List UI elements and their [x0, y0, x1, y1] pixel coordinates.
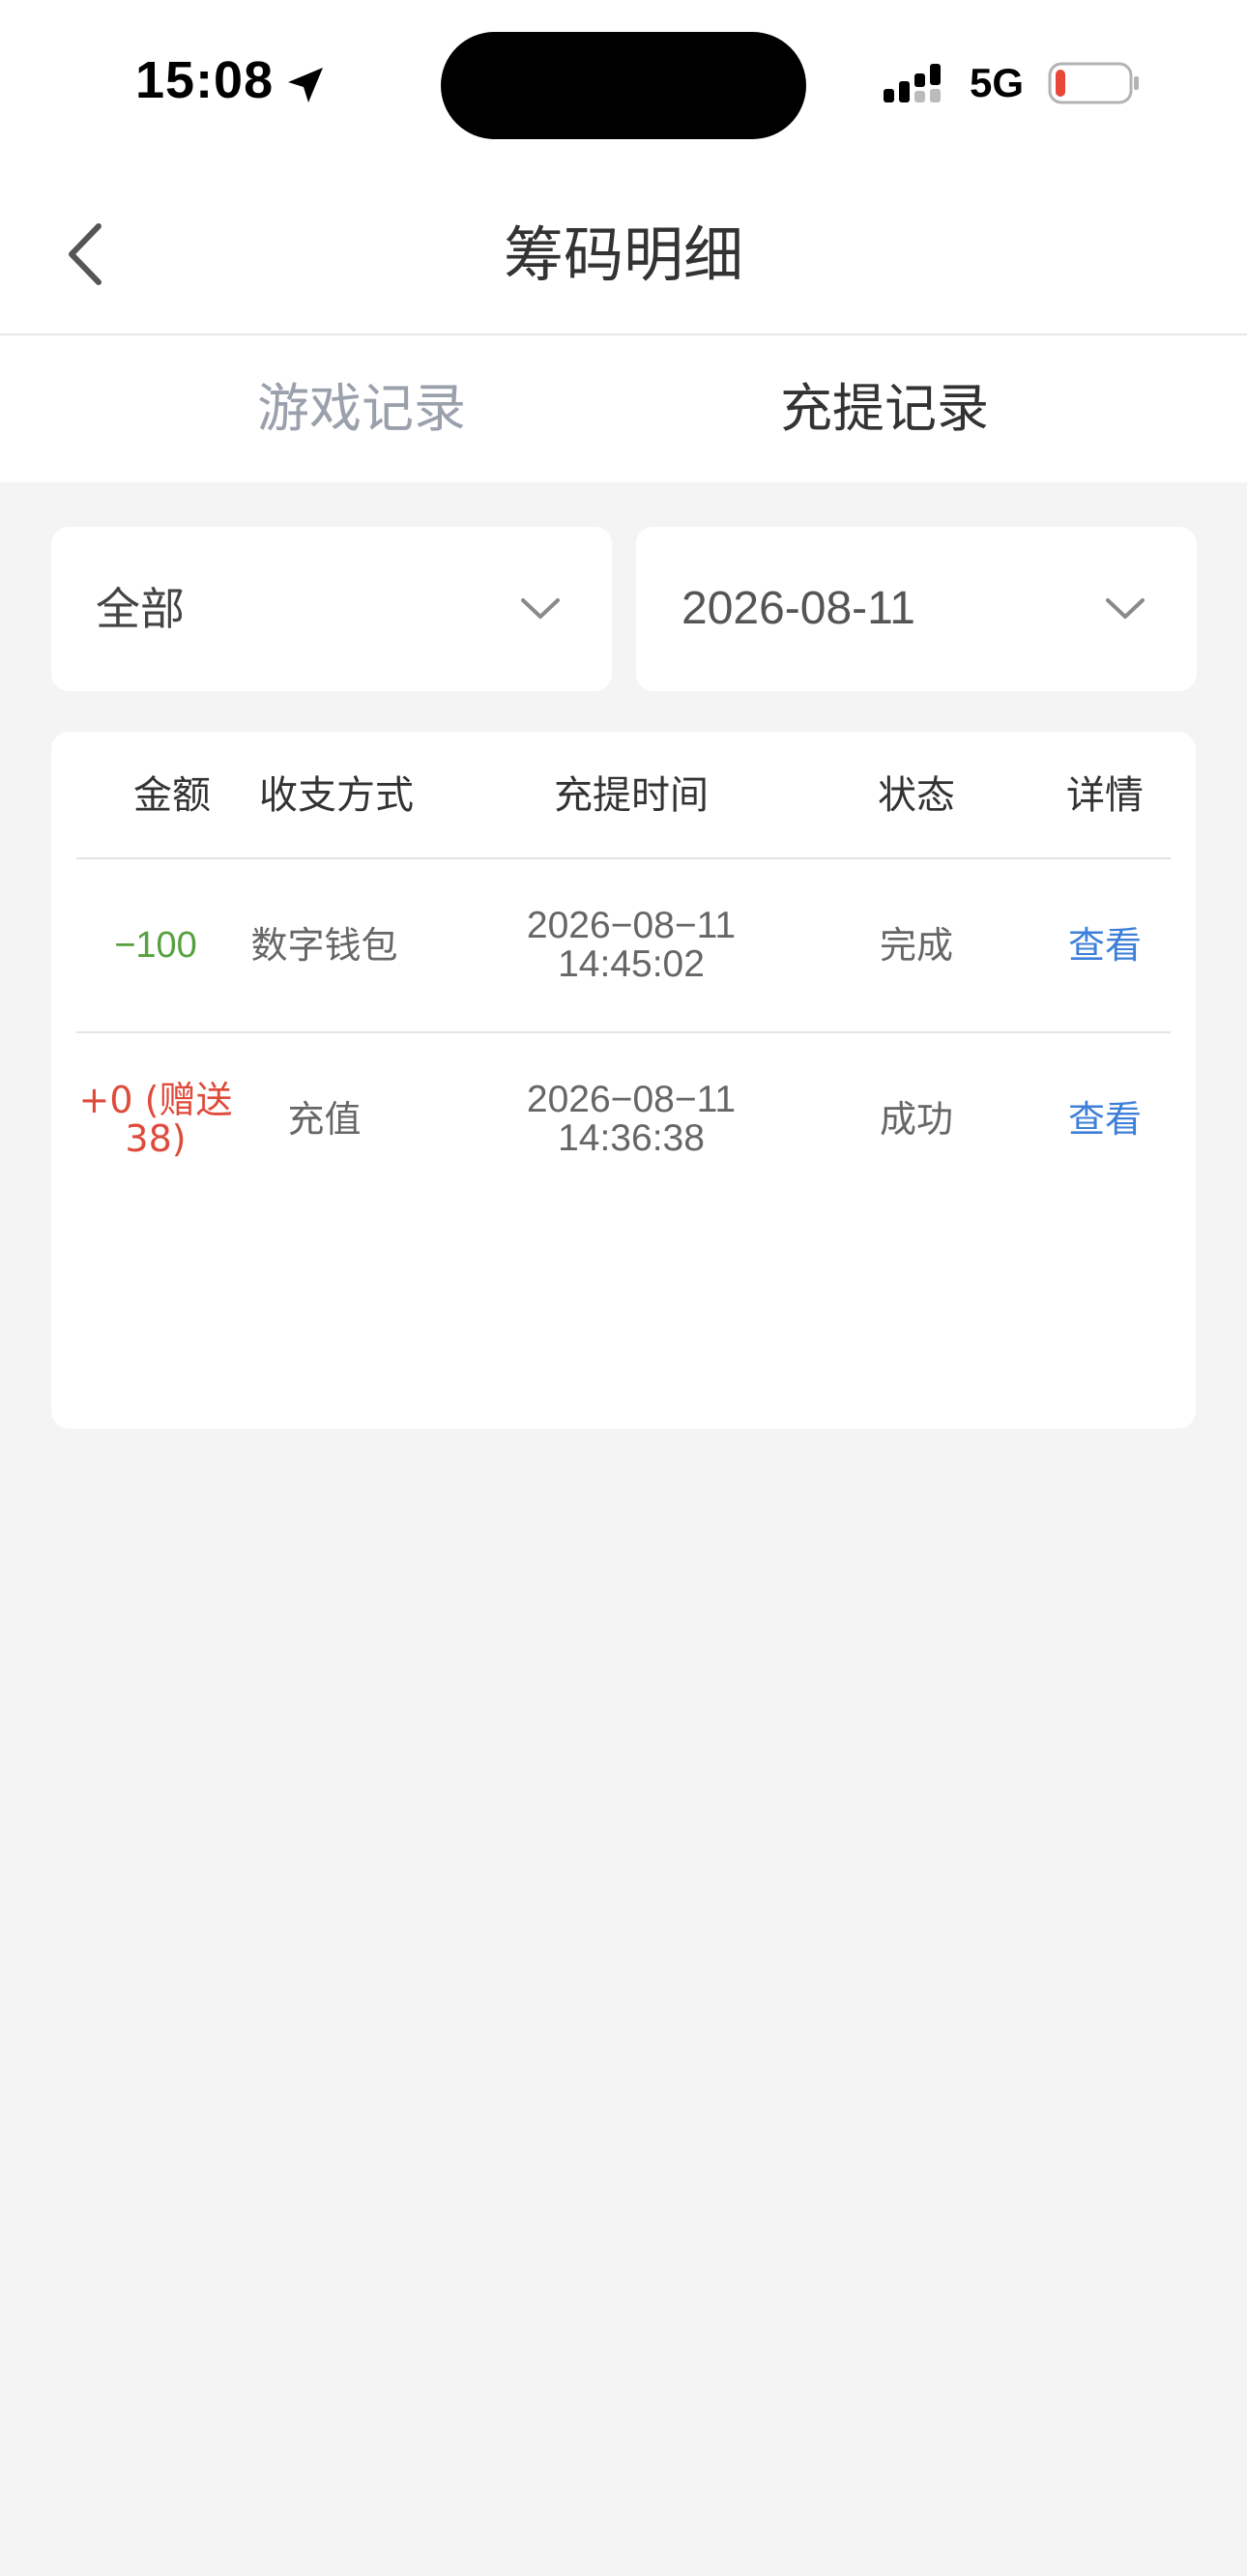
records-table: 金额 收支方式 充提时间 状态 详情 −100 数字钱包 2026−08−11 …: [51, 732, 1196, 1429]
method-cell: 数字钱包: [250, 924, 398, 967]
nav-bar: 筹码明细: [0, 169, 1247, 335]
page-title: 筹码明细: [503, 219, 743, 290]
time-clock: 14:36:38: [558, 1117, 705, 1159]
time-clock: 14:45:02: [558, 943, 705, 985]
tab-game-records[interactable]: 游戏记录: [168, 335, 555, 482]
view-detail-link[interactable]: 查看: [1032, 859, 1177, 1031]
date-filter-dropdown[interactable]: 2026-08-11: [636, 527, 1197, 691]
tab-bar: 游戏记录 充提记录: [0, 335, 1247, 482]
column-header-method: 收支方式: [259, 773, 414, 818]
table-row: −100 数字钱包 2026−08−11 14:45:02 完成 查看: [51, 859, 1196, 1031]
table-row: +0 (赠送38) 充值 2026−08−11 14:36:38 成功 查看: [51, 1033, 1196, 1205]
table-header: 金额 收支方式 充提时间 状态 详情: [51, 732, 1196, 859]
time-date: 2026−08−11: [526, 905, 737, 946]
type-filter-dropdown[interactable]: 全部: [51, 527, 612, 691]
battery-low-icon: [1048, 62, 1139, 104]
column-header-status: 状态: [878, 773, 955, 818]
amount-cell: +0 (赠送38): [78, 1079, 233, 1160]
type-filter-value: 全部: [96, 583, 185, 635]
status-time: 15:08: [135, 51, 275, 109]
time-cell: 2026−08−11 14:45:02: [486, 859, 776, 1031]
amount-cell: −100: [114, 925, 197, 966]
status-cell: 完成: [879, 924, 953, 967]
location-arrow-icon: [288, 68, 323, 102]
time-date: 2026−08−11: [526, 1079, 737, 1120]
column-header-time: 充提时间: [554, 773, 709, 818]
time-cell: 2026−08−11 14:36:38: [486, 1033, 776, 1205]
method-cell: 充值: [287, 1098, 362, 1141]
dynamic-island: [441, 32, 806, 139]
tab-recharge-records[interactable]: 充提记录: [691, 335, 1078, 482]
signal-icon: [884, 64, 941, 102]
status-cell: 成功: [879, 1098, 953, 1141]
column-header-detail: 详情: [1066, 773, 1144, 818]
date-filter-value: 2026-08-11: [682, 583, 915, 634]
chevron-down-icon: [1106, 598, 1145, 619]
column-header-amount: 金额: [133, 773, 211, 818]
chevron-down-icon: [521, 598, 560, 619]
view-detail-link[interactable]: 查看: [1032, 1033, 1177, 1205]
status-bar: 15:08 5G: [0, 0, 1247, 169]
network-label: 5G: [970, 60, 1025, 105]
